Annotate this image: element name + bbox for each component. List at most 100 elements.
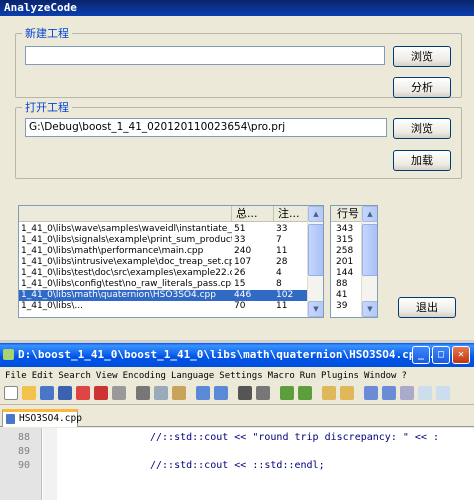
line-list-row[interactable]: 201	[331, 257, 363, 268]
line-list-scrollbar[interactable]: ▲ ▼	[361, 206, 377, 317]
exit-button[interactable]: 退出	[398, 297, 456, 318]
paragraph-icon[interactable]	[400, 386, 414, 400]
line-list-row[interactable]: 39	[331, 301, 363, 312]
scroll-up-icon[interactable]: ▲	[308, 206, 323, 222]
npp-toolbar	[0, 383, 474, 405]
close-all-icon[interactable]	[94, 386, 108, 400]
cut-icon[interactable]	[136, 386, 150, 400]
file-list-row[interactable]: 1_41_0\libs\signals\example\print_sum_pr…	[19, 235, 309, 246]
open-file-icon[interactable]	[22, 386, 36, 400]
scroll-thumb[interactable]	[362, 224, 377, 276]
line-number-list[interactable]: 行号 343 315 258 201 144 88 41 39 ▲ ▼	[330, 205, 378, 318]
file-list-row[interactable]: 1_41_0\libs\wave\samples\waveidl\instant…	[19, 224, 309, 235]
undo-icon[interactable]	[196, 386, 210, 400]
column-header-total[interactable]: 总...	[232, 206, 274, 222]
analyzecode-window: AnalyzeCode 新建工程 浏览 分析 打开工程 G:\Debug\boo…	[0, 0, 474, 340]
file-list-scrollbar[interactable]: ▲ ▼	[307, 206, 323, 317]
indent-guide-icon[interactable]	[382, 386, 396, 400]
new-project-path-input[interactable]	[25, 46, 385, 65]
menu-item[interactable]: Plugins	[321, 369, 359, 383]
doc-map-icon[interactable]	[436, 386, 450, 400]
copy-icon[interactable]	[154, 386, 168, 400]
column-header-line[interactable]: 行号	[331, 206, 363, 222]
comment-lines-cell: 4	[276, 268, 282, 278]
file-list[interactable]: 总... 注... 1_41_0\libs\wave\samples\wavei…	[18, 205, 324, 318]
analyze-button[interactable]: 分析	[393, 77, 451, 98]
close-file-icon[interactable]	[76, 386, 90, 400]
sync-scroll-icon[interactable]	[322, 386, 336, 400]
line-list-row[interactable]: 88	[331, 279, 363, 290]
save-icon[interactable]	[40, 386, 54, 400]
file-list-row[interactable]: 1_41_0\libs\test\doc\src\examples\exampl…	[19, 268, 309, 279]
paste-icon[interactable]	[172, 386, 186, 400]
wrap-icon[interactable]	[340, 386, 354, 400]
file-path-cell: 1_41_0\libs\...	[21, 301, 83, 311]
file-path-cell: 1_41_0\libs\math\quaternion\HSO3SO4.cpp	[21, 290, 216, 300]
redo-icon[interactable]	[214, 386, 228, 400]
menu-item[interactable]: Edit	[32, 369, 54, 383]
file-path-cell: 1_41_0\libs\wave\samples\waveidl\instant…	[21, 224, 232, 234]
npp-app-icon	[3, 349, 14, 360]
file-list-row[interactable]: 1_41_0\libs\intrusive\example\doc_treap_…	[19, 257, 309, 268]
scroll-up-icon[interactable]: ▲	[362, 206, 377, 222]
total-lines-cell: 70	[234, 301, 246, 311]
line-list-row[interactable]: 258	[331, 246, 363, 257]
open-project-label: 打开工程	[22, 102, 72, 114]
scroll-down-icon[interactable]: ▼	[362, 301, 377, 317]
menu-item[interactable]: Language	[171, 369, 214, 383]
minimize-icon[interactable]: _	[412, 346, 430, 364]
file-list-row[interactable]: 1_41_0\libs\math\performance\main.cpp 240…	[19, 246, 309, 257]
column-header-comment[interactable]: 注...	[274, 206, 309, 222]
load-button[interactable]: 加载	[393, 150, 451, 171]
replace-icon[interactable]	[256, 386, 270, 400]
line-list-row[interactable]: 343	[331, 224, 363, 235]
menu-item[interactable]: Window	[364, 369, 397, 383]
file-list-row[interactable]: 1_41_0\libs\math\quaternion\HSO3SO4.cpp 4…	[19, 290, 309, 301]
tab-label: HSO3SO4.cpp	[19, 413, 82, 424]
fold-margin	[43, 428, 57, 500]
maximize-icon[interactable]: □	[432, 346, 450, 364]
close-icon[interactable]: ✕	[452, 346, 470, 364]
line-list-header: 行号	[331, 206, 363, 222]
npp-editor[interactable]: 88 //::std::cout << "round trip discrepan…	[0, 428, 474, 500]
line-number-cell: 39	[336, 301, 348, 311]
column-header-file[interactable]	[19, 206, 232, 222]
npp-window-title: D:\boost_1_41_0\boost_1_41_0\libs\math\q…	[18, 348, 442, 361]
code-line[interactable]: //::std::cout << "round trip discrepancy…	[150, 432, 439, 443]
line-list-row[interactable]: 144	[331, 268, 363, 279]
comment-lines-cell: 8	[276, 279, 282, 289]
open-project-browse-button[interactable]: 浏览	[393, 118, 451, 139]
comment-lines-cell: 28	[276, 257, 288, 267]
npp-tabbar: HSO3SO4.cpp	[0, 407, 474, 427]
find-icon[interactable]	[238, 386, 252, 400]
open-project-path-input[interactable]: G:\Debug\boost_1_41_020120110023654\pro.…	[25, 118, 387, 137]
print-icon[interactable]	[112, 386, 126, 400]
menu-item[interactable]: Encoding	[123, 369, 166, 383]
new-file-icon[interactable]	[4, 386, 18, 400]
new-project-browse-button[interactable]: 浏览	[393, 46, 451, 67]
zoom-out-icon[interactable]	[298, 386, 312, 400]
line-number-cell: 201	[336, 257, 354, 267]
tab-hso3so4[interactable]: HSO3SO4.cpp	[2, 409, 82, 427]
user-lang-icon[interactable]	[418, 386, 432, 400]
code-line[interactable]: //::std::cout << ::std::endl;	[150, 460, 325, 471]
line-number: 90	[17, 460, 30, 471]
menu-item[interactable]: Run	[300, 369, 316, 383]
total-lines-cell: 26	[234, 268, 246, 278]
file-list-row[interactable]: 1_41_0\libs\config\test\no_raw_literals_…	[19, 279, 309, 290]
file-list-row[interactable]: 1_41_0\libs\... 70 11	[19, 301, 309, 312]
zoom-in-icon[interactable]	[280, 386, 294, 400]
menu-item[interactable]: View	[96, 369, 118, 383]
line-list-row[interactable]: 315	[331, 235, 363, 246]
scroll-down-icon[interactable]: ▼	[308, 301, 323, 317]
line-list-row[interactable]: 41	[331, 290, 363, 301]
save-all-icon[interactable]	[58, 386, 72, 400]
scroll-thumb[interactable]	[308, 224, 323, 276]
show-all-chars-icon[interactable]	[364, 386, 378, 400]
menu-item[interactable]: ?	[401, 369, 406, 383]
file-list-header: 总... 注...	[19, 206, 309, 222]
menu-item[interactable]: File	[5, 369, 27, 383]
menu-item[interactable]: Search	[58, 369, 91, 383]
menu-item[interactable]: Macro	[268, 369, 295, 383]
menu-item[interactable]: Settings	[219, 369, 262, 383]
